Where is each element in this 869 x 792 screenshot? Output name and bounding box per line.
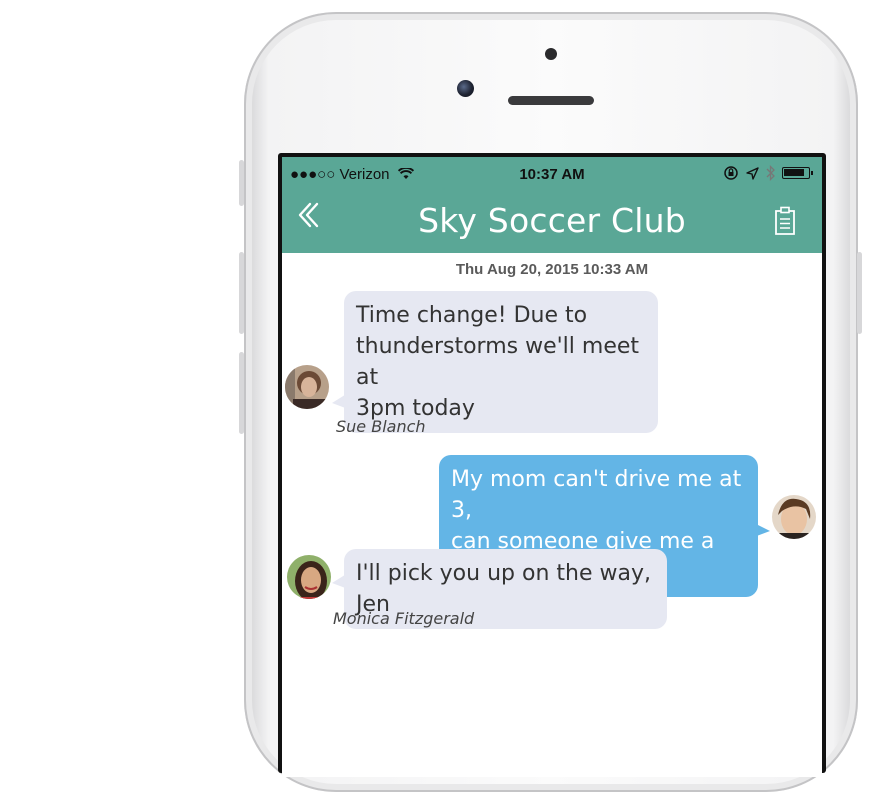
avatar-jen[interactable] bbox=[772, 495, 816, 539]
battery-icon bbox=[782, 167, 813, 179]
status-bar: ●●●○○ Verizon 10:37 AM bbox=[282, 157, 822, 187]
avatar-photo bbox=[285, 365, 329, 409]
conversation-title: Sky Soccer Club bbox=[418, 201, 686, 240]
message-line: thunderstorms we'll meet at bbox=[356, 334, 640, 390]
sender-name: Sue Blanch bbox=[336, 417, 426, 436]
avatar-photo bbox=[287, 555, 331, 599]
front-sensor bbox=[545, 48, 557, 60]
front-camera bbox=[457, 80, 474, 97]
conversation-timestamp: Thu Aug 20, 2015 10:33 AM bbox=[455, 261, 649, 278]
volume-down-button bbox=[239, 352, 244, 434]
avatar-monica-fitzgerald[interactable] bbox=[287, 555, 331, 599]
phone-screen: ●●●○○ Verizon 10:37 AM Sky Soccer Club T… bbox=[278, 153, 826, 777]
bubble-tail bbox=[754, 523, 770, 537]
notes-button[interactable] bbox=[774, 206, 796, 236]
volume-up-button bbox=[239, 252, 244, 334]
app-screen: ●●●○○ Verizon 10:37 AM Sky Soccer Club T… bbox=[282, 157, 822, 777]
message-line: Time change! Due to bbox=[356, 303, 588, 328]
avatar-sue-blanch[interactable] bbox=[285, 365, 329, 409]
orientation-lock-icon bbox=[724, 166, 738, 180]
status-icons bbox=[723, 165, 813, 181]
earpiece-speaker bbox=[508, 96, 594, 105]
message-line: My mom can't drive me at 3, bbox=[451, 467, 742, 523]
message-bubble-incoming[interactable]: Time change! Due to thunderstorms we'll … bbox=[344, 291, 658, 433]
document-icon bbox=[775, 206, 795, 235]
sender-name: Monica Fitzgerald bbox=[333, 609, 475, 628]
mute-switch bbox=[239, 160, 244, 206]
power-button bbox=[857, 252, 862, 334]
avatar-photo bbox=[772, 495, 816, 539]
location-arrow-icon bbox=[746, 166, 759, 180]
navigation-bar: ●●●○○ Verizon 10:37 AM Sky Soccer Club bbox=[282, 157, 822, 253]
bluetooth-icon bbox=[766, 165, 775, 181]
